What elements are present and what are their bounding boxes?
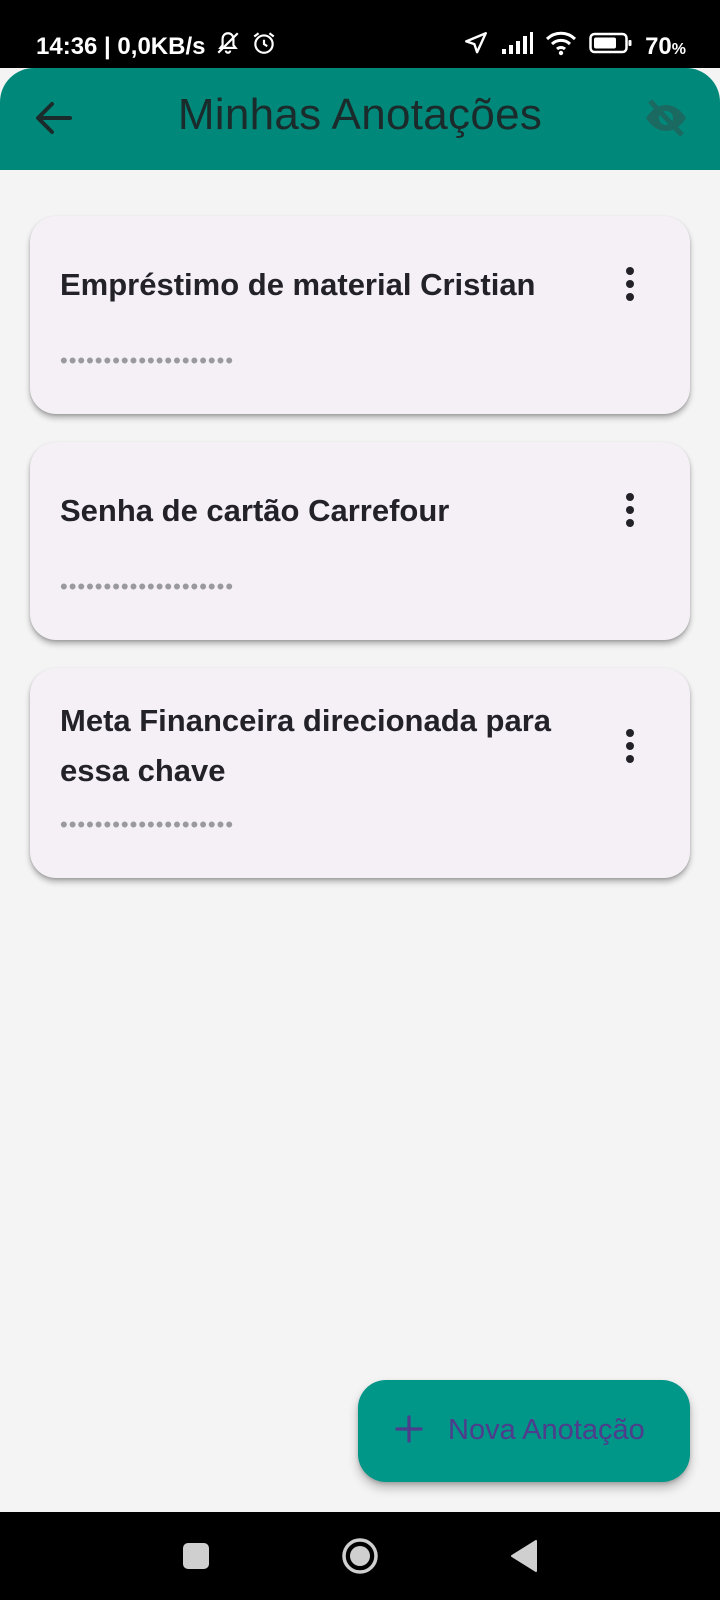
note-card[interactable]: Senha de cartão Carrefour ••••••••••••••… (30, 442, 690, 640)
signal-icon (501, 31, 534, 62)
note-masked-content: •••••••••••••••••••• (60, 348, 235, 373)
note-masked-content: •••••••••••••••••••• (60, 574, 235, 599)
location-icon (463, 30, 489, 63)
note-card[interactable]: Meta Financeira direcionada para essa ch… (30, 668, 690, 878)
note-title: Empréstimo de material Cristian (60, 267, 536, 302)
status-time-speed: 14:36 | 0,0KB/s (36, 32, 206, 60)
recent-apps-icon[interactable] (172, 1532, 220, 1580)
new-note-button[interactable]: Nova Anotação (358, 1380, 690, 1482)
more-vert-icon[interactable] (618, 726, 642, 766)
new-note-button-label: Nova Anotação (448, 1414, 645, 1446)
battery-value: 70 (645, 32, 672, 60)
battery-unit: % (671, 40, 686, 58)
note-masked-content: •••••••••••••••••••• (60, 812, 235, 837)
status-bar: 14:36 | 0,0KB/s 70% (0, 0, 720, 68)
app-bar: Minhas Anotações (0, 68, 720, 170)
note-title: Senha de cartão Carrefour (60, 493, 450, 528)
screen: 14:36 | 0,0KB/s 70% Minhas Anotações Emp… (0, 0, 720, 1600)
back-icon[interactable] (500, 1532, 548, 1580)
status-left: 14:36 | 0,0KB/s (36, 30, 277, 63)
plus-icon (394, 1414, 424, 1444)
status-right: 70% (463, 30, 686, 63)
alarm-icon (251, 30, 277, 63)
wifi-icon (545, 30, 577, 63)
notes-list: Empréstimo de material Cristian ••••••••… (30, 216, 690, 906)
note-card[interactable]: Empréstimo de material Cristian ••••••••… (30, 216, 690, 414)
more-vert-icon[interactable] (618, 490, 642, 530)
note-title: Meta Financeira direcionada para essa ch… (60, 703, 552, 788)
muted-bell-icon (215, 30, 241, 63)
visibility-off-icon[interactable] (642, 94, 690, 142)
home-icon[interactable] (336, 1532, 384, 1580)
battery-icon (589, 31, 633, 62)
more-vert-icon[interactable] (618, 264, 642, 304)
page-title: Minhas Anotações (177, 90, 543, 139)
navigation-bar (0, 1512, 720, 1600)
battery-level: 70% (645, 33, 686, 61)
